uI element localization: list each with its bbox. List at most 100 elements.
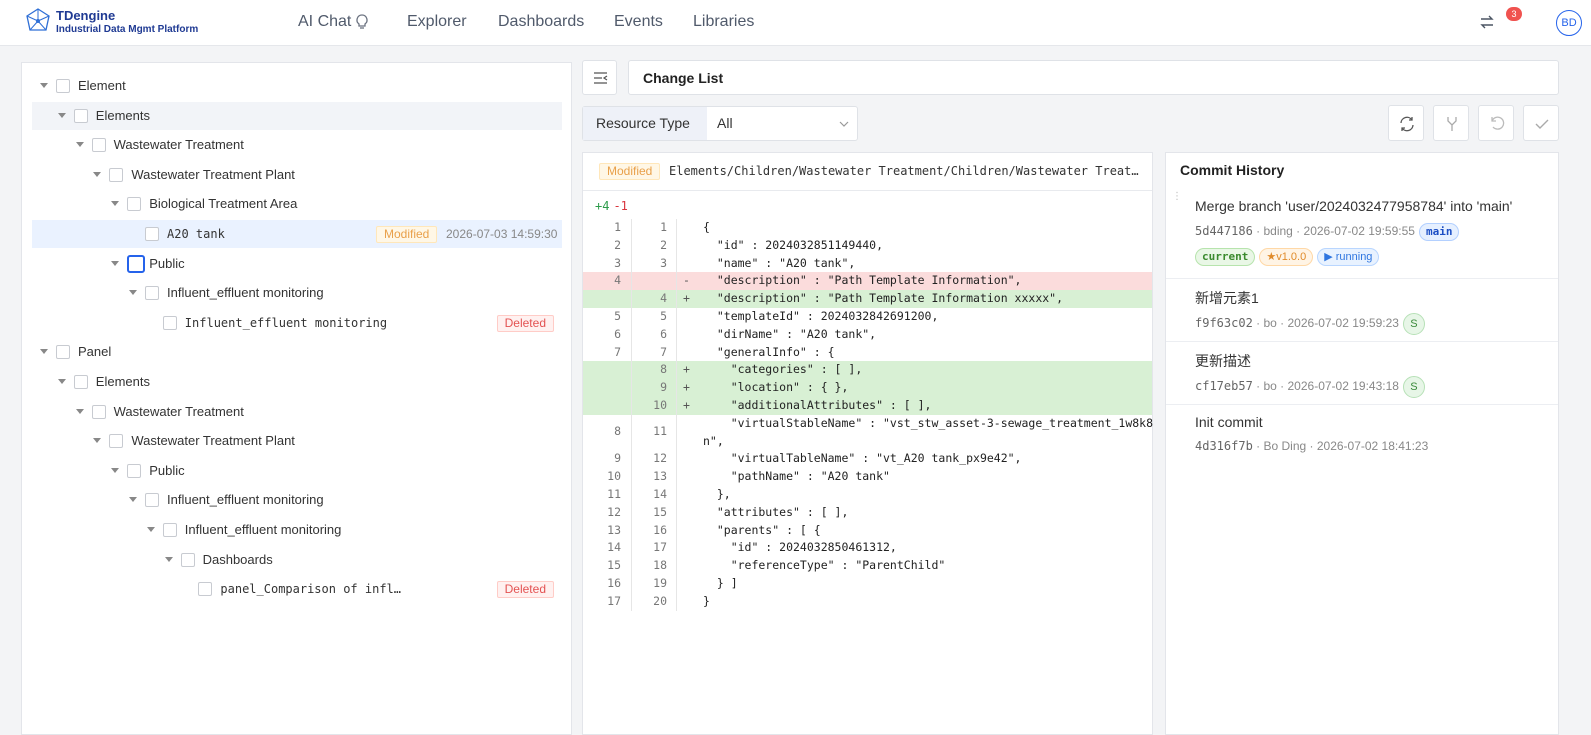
tree-checkbox[interactable] [145,227,159,241]
tree-node[interactable]: Influent_effluent monitoring [32,516,562,544]
diff-sign: + [683,362,690,377]
commit-item[interactable]: 更新描述 cf17eb57 · bo · 2026-07-02 19:43:18 S [1166,342,1558,405]
tree-node-label: Influent_effluent monitoring [184,522,342,537]
code-text: "virtualStableName" : "vst_stw_asset-3-s… [703,415,1154,448]
tree-node[interactable]: Public [32,250,562,278]
tree-checkbox[interactable] [127,254,146,273]
caret-down-icon[interactable] [93,438,102,444]
commit-hash[interactable]: 5d447186 [1195,224,1253,238]
deletions-count: -1 [613,199,628,213]
commit-button[interactable] [1523,105,1559,141]
tree-node-label: Wastewater Treatment Plant [131,166,295,182]
tree-node[interactable]: Dashboards [32,546,562,574]
logo-icon [26,8,50,31]
star-icon: ★ [1266,251,1277,263]
tree-checkbox[interactable] [127,197,142,212]
commit-hash[interactable]: cf17eb57 [1195,379,1253,393]
tree-node[interactable]: Influent_effluent monitoring [32,279,562,307]
merge-button[interactable] [1433,105,1469,141]
tree-checkbox[interactable] [109,167,124,182]
tree-node[interactable]: Wastewater Treatment [32,398,562,426]
filter-value[interactable]: All [717,107,733,140]
caret-down-icon[interactable] [111,260,120,266]
logo[interactable]: TDengine Industrial Data Mgmt Platform [26,6,226,40]
diff-line: 14 17 "id" : 2024032850461312, [583,539,1152,557]
tree-node[interactable]: Element [32,72,562,100]
tree-node[interactable]: Elements [32,368,562,396]
refresh-button[interactable] [1388,105,1424,141]
old-line-number: 16 [607,576,621,590]
caret-down-icon[interactable] [146,527,155,532]
tree-node[interactable]: Influent_effluent monitoring Deleted [32,309,562,337]
tree-node[interactable]: Panel [32,338,562,366]
commit-item[interactable]: 新增元素1 f9f63c02 · bo · 2026-07-02 19:59:23… [1166,279,1558,342]
tree-checkbox[interactable] [91,138,106,153]
tree-node[interactable]: Wastewater Treatment Plant [32,427,562,455]
tree-checkbox[interactable] [73,375,88,389]
caret-down-icon[interactable] [129,497,137,503]
tree-checkbox[interactable] [109,434,124,449]
commit-item[interactable]: Merge branch 'user/2024032477958784' int… [1166,189,1558,279]
tree-checkbox[interactable] [145,493,159,508]
caret-down-icon[interactable] [40,83,48,88]
tree-checkbox[interactable] [56,345,70,360]
caret-down-icon[interactable] [93,171,102,177]
nav-dashboards[interactable]: Dashboards [498,0,584,46]
caret-down-icon[interactable] [75,142,84,148]
caret-down-icon[interactable] [57,112,66,118]
tree-checkbox[interactable] [91,404,106,419]
tree-node-label: Biological Treatment Area [149,196,298,212]
code-text: "location" : { }, [703,380,849,395]
tree-node[interactable]: panel_Comparison of infl… Deleted [32,575,562,603]
tree-node[interactable]: Wastewater Treatment [32,131,562,159]
commit-hash[interactable]: 4d316f7b [1195,439,1253,453]
diff-line: 10 13 "pathName" : "A20 tank" [583,468,1152,486]
tree-checkbox[interactable] [73,108,88,123]
tree-checkbox[interactable] [198,582,213,597]
diff-line: 10 + "additionalAttributes" : [ ], [583,397,1152,415]
old-line-number: 8 [614,423,621,438]
tree-node[interactable]: Biological Treatment Area [32,190,562,218]
refresh-icon [1400,116,1414,132]
commit-hash[interactable]: f9f63c02 [1195,316,1253,330]
tree-checkbox[interactable] [180,552,195,567]
nav-libraries[interactable]: Libraries [693,0,754,46]
commit-message: 新增元素1 [1195,290,1259,306]
caret-down-icon[interactable] [57,379,66,384]
tree-checkbox[interactable] [56,79,70,93]
commit-item[interactable]: Init commit 4d316f7b · Bo Ding · 2026-07-… [1166,405,1558,468]
resource-tree-panel: Element Elements Wastewater Treatment Waste… [21,62,572,735]
caret-down-icon[interactable] [111,201,120,207]
old-line-number: 9 [614,451,621,466]
nav-events[interactable]: Events [614,0,663,46]
resource-type-filter[interactable]: Resource Type All [582,106,858,141]
diff-line: 8 11 "virtualStableName" : "vst_stw_asset… [583,415,1154,451]
nav-explorer[interactable]: Explorer [407,0,467,46]
nav-ai-chat[interactable]: AI Chat [298,0,369,46]
tree-checkbox[interactable] [162,523,177,537]
tree-node-label: Public [149,255,185,271]
new-line-number: 4 [660,291,667,306]
old-line-number: 1 [614,220,621,234]
tree-node[interactable]: Public [32,457,562,485]
tree-node[interactable]: A20 tank Modified 2026-07-03 14:59:30 [32,220,562,248]
user-avatar[interactable]: BD [1556,10,1582,36]
tree-checkbox[interactable] [162,315,177,330]
caret-down-icon[interactable] [111,467,120,473]
caret-down-icon[interactable] [40,349,48,355]
code-text: } ] [703,576,738,590]
tree-node-label: Influent_effluent monitoring [167,285,324,301]
swap-icon[interactable] [1479,14,1495,30]
tree-checkbox[interactable] [145,286,159,301]
tree-node[interactable]: Elements [32,101,562,130]
tree-node[interactable]: Influent_effluent monitoring [32,486,562,514]
revert-button[interactable] [1478,105,1514,141]
tree-node[interactable]: Wastewater Treatment Plant [32,161,562,189]
old-line-number: 13 [607,522,621,537]
caret-down-icon[interactable] [129,290,137,296]
diff-sign: + [683,291,690,306]
caret-down-icon[interactable] [75,408,84,414]
collapse-sidebar-button[interactable] [582,60,617,95]
tree-checkbox[interactable] [127,463,142,478]
caret-down-icon[interactable] [164,556,173,562]
